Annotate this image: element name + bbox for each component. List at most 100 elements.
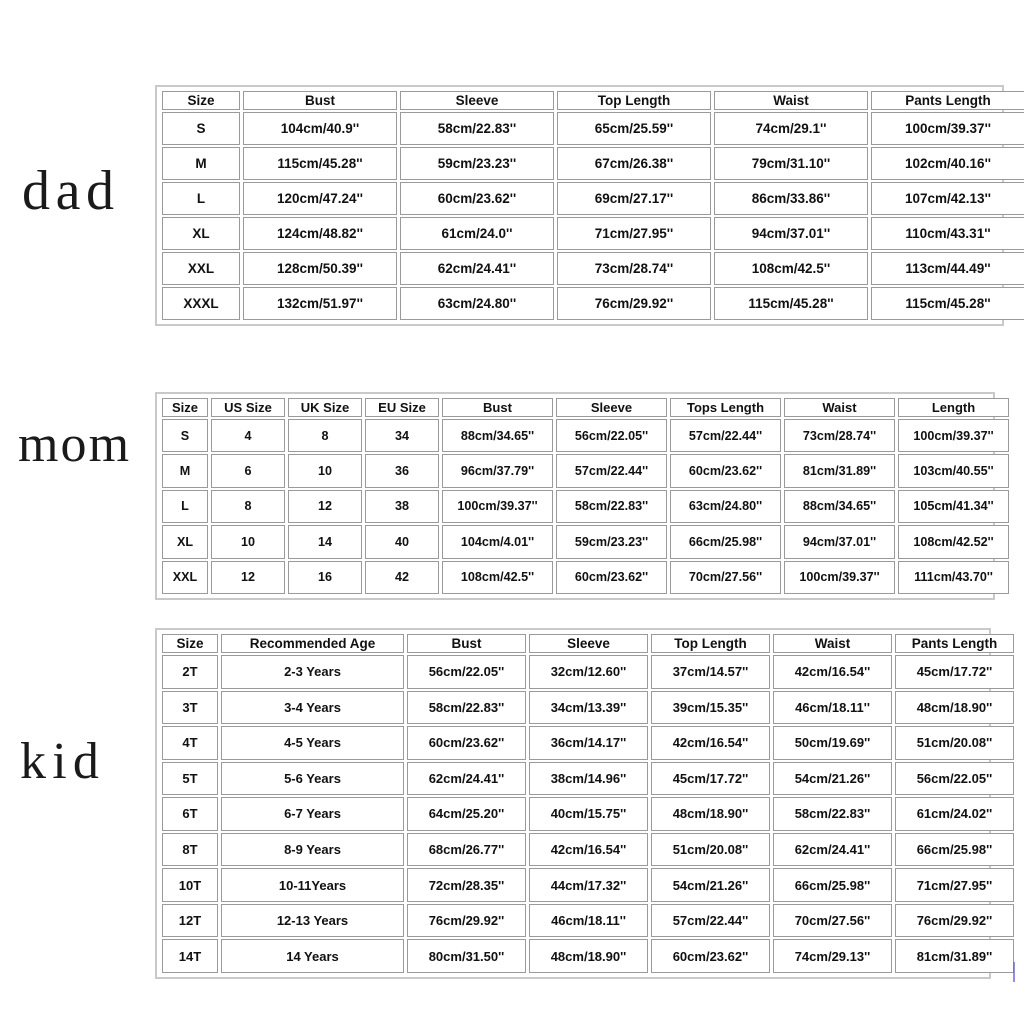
table-row: XL 10 14 40 104cm/4.01'' 59cm/23.23'' 66cm/25.…	[162, 525, 1009, 559]
measurement-cell: 59cm/23.23''	[556, 525, 667, 559]
table-row: 2T 2-3 Years 56cm/22.05'' 32cm/12.60'' 37cm/…	[162, 655, 1014, 689]
measurement-cell: 80cm/31.50''	[407, 939, 526, 973]
measurement-cell: 120cm/47.24''	[243, 182, 397, 215]
measurement-cell: 115cm/45.28''	[714, 287, 868, 320]
size-table-kid: Size Recommended Age Bust Sleeve Top Length W…	[155, 628, 1014, 979]
size-table-dad-grid: Size Bust Sleeve Top Length Waist Pants Lengt…	[159, 89, 1024, 322]
size-cell: S	[162, 419, 208, 453]
column-header: Top Length	[651, 634, 770, 653]
measurement-cell: 110cm/43.31''	[871, 217, 1024, 250]
measurement-cell: 50cm/19.69''	[773, 726, 892, 760]
table-body-dad: S 104cm/40.9'' 58cm/22.83'' 65cm/25.59'' 74c…	[162, 112, 1024, 320]
measurement-cell: 115cm/45.28''	[871, 287, 1024, 320]
measurement-cell: 104cm/4.01''	[442, 525, 553, 559]
column-header: US Size	[211, 398, 285, 417]
scan-artifact-mark	[1013, 962, 1015, 982]
measurement-cell: 94cm/37.01''	[784, 525, 895, 559]
table-row: XXL 128cm/50.39'' 62cm/24.41'' 73cm/28.74''…	[162, 252, 1024, 285]
size-cell: 5T	[162, 761, 218, 796]
table-body-mom: S 4 8 34 88cm/34.65'' 56cm/22.05'' 57cm/22.44'…	[162, 419, 1009, 594]
measurement-cell: 88cm/34.65''	[784, 489, 895, 524]
table-header-dad: Size Bust Sleeve Top Length Waist Pants Lengt…	[162, 91, 1024, 110]
table-row: 10T 10-11Years 72cm/28.35'' 44cm/17.32'' 54c…	[162, 868, 1014, 902]
measurement-cell: 60cm/23.62''	[400, 182, 554, 215]
measurement-cell: 58cm/22.83''	[556, 489, 667, 524]
measurement-cell: 108cm/42.52''	[898, 525, 1009, 559]
column-header: Length	[898, 398, 1009, 417]
measurement-cell: 3-4 Years	[221, 690, 404, 725]
measurement-cell: 115cm/45.28''	[243, 147, 397, 180]
measurement-cell: 4	[211, 419, 285, 453]
measurement-cell: 51cm/20.08''	[651, 832, 770, 867]
measurement-cell: 10-11Years	[221, 868, 404, 902]
size-cell: S	[162, 112, 240, 145]
measurement-cell: 38	[365, 489, 439, 524]
column-header: UK Size	[288, 398, 362, 417]
measurement-cell: 6	[211, 454, 285, 488]
size-cell: 4T	[162, 726, 218, 760]
column-header: Waist	[714, 91, 868, 110]
table-row: 12T 12-13 Years 76cm/29.92'' 46cm/18.11'' 57…	[162, 903, 1014, 938]
section-label-kid: kid	[20, 733, 106, 790]
size-table-kid-grid: Size Recommended Age Bust Sleeve Top Length W…	[159, 632, 1017, 975]
measurement-cell: 45cm/17.72''	[651, 761, 770, 796]
measurement-cell: 48cm/18.90''	[895, 690, 1014, 725]
measurement-cell: 79cm/31.10''	[714, 147, 868, 180]
measurement-cell: 36cm/14.17''	[529, 726, 648, 760]
table-header-row: Size Bust Sleeve Top Length Waist Pants Lengt…	[162, 91, 1024, 110]
measurement-cell: 76cm/29.92''	[407, 903, 526, 938]
measurement-cell: 42	[365, 560, 439, 594]
measurement-cell: 16	[288, 560, 362, 594]
measurement-cell: 100cm/39.37''	[784, 560, 895, 594]
measurement-cell: 74cm/29.1''	[714, 112, 868, 145]
measurement-cell: 44cm/17.32''	[529, 868, 648, 902]
table-row: XXL 12 16 42 108cm/42.5'' 60cm/23.62'' 70cm/27…	[162, 560, 1009, 594]
size-cell: XXL	[162, 560, 208, 594]
measurement-cell: 34cm/13.39''	[529, 690, 648, 725]
table-header-row: Size US Size UK Size EU Size Bust Sleeve Tops …	[162, 398, 1009, 417]
column-header: Recommended Age	[221, 634, 404, 653]
measurement-cell: 57cm/22.44''	[556, 454, 667, 488]
section-label-dad: dad	[22, 160, 120, 222]
size-cell: 2T	[162, 655, 218, 689]
column-header: Bust	[442, 398, 553, 417]
measurement-cell: 12	[288, 489, 362, 524]
measurement-cell: 70cm/27.56''	[773, 903, 892, 938]
measurement-cell: 71cm/27.95''	[557, 217, 711, 250]
table-row: L 8 12 38 100cm/39.37'' 58cm/22.83'' 63cm/24.8…	[162, 489, 1009, 524]
measurement-cell: 6-7 Years	[221, 797, 404, 831]
measurement-cell: 105cm/41.34''	[898, 489, 1009, 524]
measurement-cell: 102cm/40.16''	[871, 147, 1024, 180]
table-body-kid: 2T 2-3 Years 56cm/22.05'' 32cm/12.60'' 37cm/…	[162, 655, 1014, 973]
measurement-cell: 39cm/15.35''	[651, 690, 770, 725]
measurement-cell: 56cm/22.05''	[407, 655, 526, 689]
measurement-cell: 65cm/25.59''	[557, 112, 711, 145]
measurement-cell: 54cm/21.26''	[773, 761, 892, 796]
measurement-cell: 40cm/15.75''	[529, 797, 648, 831]
measurement-cell: 45cm/17.72''	[895, 655, 1014, 689]
measurement-cell: 10	[288, 454, 362, 488]
measurement-cell: 58cm/22.83''	[773, 797, 892, 831]
size-table-mom: Size US Size UK Size EU Size Bust Sleeve Tops …	[155, 392, 1009, 600]
measurement-cell: 8-9 Years	[221, 832, 404, 867]
measurement-cell: 81cm/31.89''	[895, 939, 1014, 973]
measurement-cell: 132cm/51.97''	[243, 287, 397, 320]
measurement-cell: 69cm/27.17''	[557, 182, 711, 215]
measurement-cell: 128cm/50.39''	[243, 252, 397, 285]
size-cell: L	[162, 182, 240, 215]
table-row: XXXL 132cm/51.97'' 63cm/24.80'' 76cm/29.92'…	[162, 287, 1024, 320]
measurement-cell: 56cm/22.05''	[895, 761, 1014, 796]
column-header: Waist	[773, 634, 892, 653]
table-row: 3T 3-4 Years 58cm/22.83'' 34cm/13.39'' 39cm/…	[162, 690, 1014, 725]
measurement-cell: 57cm/22.44''	[670, 419, 781, 453]
measurement-cell: 64cm/25.20''	[407, 797, 526, 831]
measurement-cell: 66cm/25.98''	[895, 832, 1014, 867]
measurement-cell: 5-6 Years	[221, 761, 404, 796]
table-row: 4T 4-5 Years 60cm/23.62'' 36cm/14.17'' 42cm/…	[162, 726, 1014, 760]
measurement-cell: 66cm/25.98''	[773, 868, 892, 902]
measurement-cell: 104cm/40.9''	[243, 112, 397, 145]
column-header: Waist	[784, 398, 895, 417]
measurement-cell: 60cm/23.62''	[651, 939, 770, 973]
measurement-cell: 63cm/24.80''	[670, 489, 781, 524]
measurement-cell: 88cm/34.65''	[442, 419, 553, 453]
